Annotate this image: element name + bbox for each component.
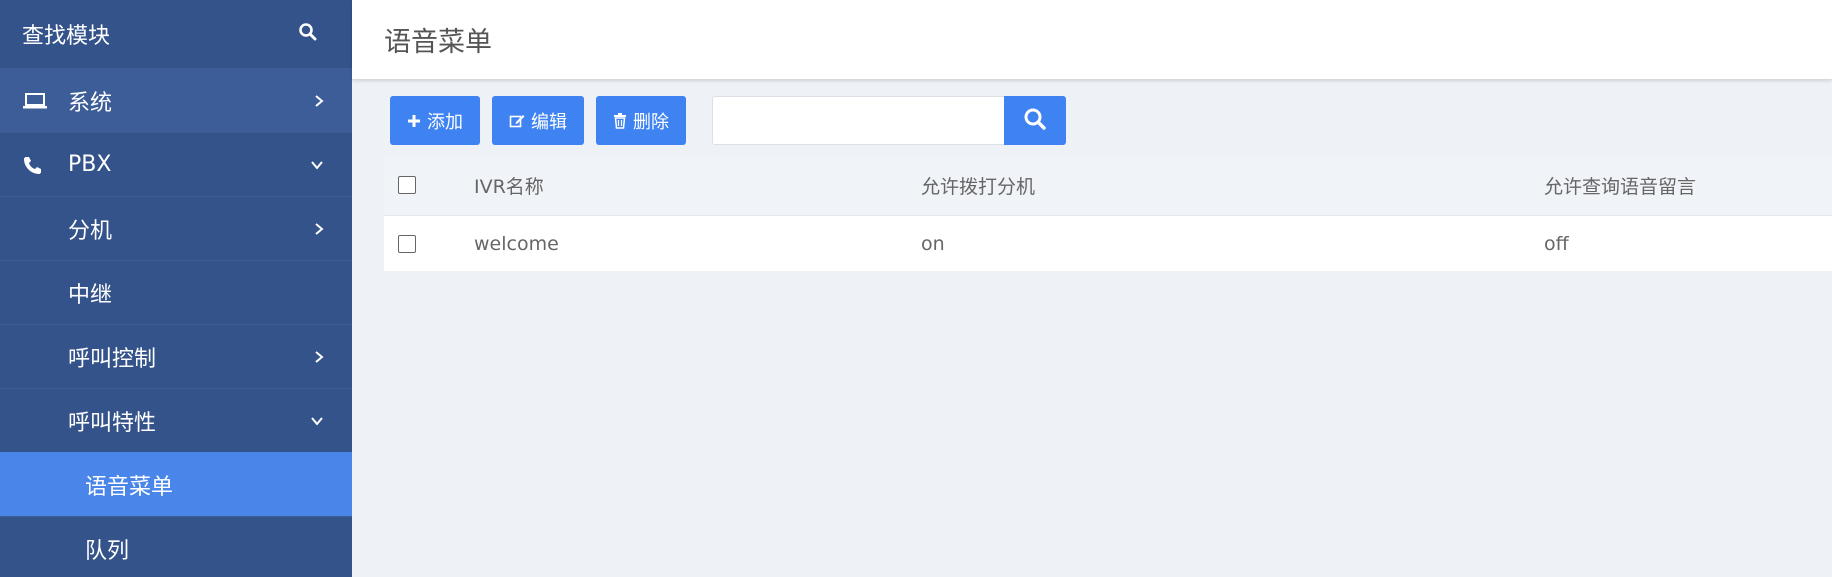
search-icon xyxy=(1023,107,1047,134)
sidebar-item-extension[interactable]: 分机 xyxy=(0,196,352,260)
toolbar: 添加 编辑 删除 xyxy=(390,96,1066,145)
sidebar-item-label: 语音菜单 xyxy=(85,474,174,500)
sidebar-item-label: 系统 xyxy=(68,90,113,116)
chevron-right-icon xyxy=(314,350,324,364)
plus-icon xyxy=(407,114,421,128)
chevron-down-icon xyxy=(310,416,324,426)
laptop-icon xyxy=(0,91,68,111)
table-cell: off xyxy=(1544,232,1569,255)
sidebar: 查找模块 系统 PBX 分机 中继 呼叫控制 呼叫特性 语音菜单 队列 xyxy=(0,0,352,577)
add-button[interactable]: 添加 xyxy=(390,96,480,145)
sidebar-item-queue[interactable]: 队列 xyxy=(0,516,352,577)
phone-icon xyxy=(0,155,68,175)
ivr-table: IVR名称 允许拨打分机 允许查询语音留言 welcome on off xyxy=(384,155,1832,271)
page-header: 语音菜单 xyxy=(352,0,1832,79)
table-row[interactable]: welcome on off xyxy=(384,215,1832,271)
sidebar-item-ivr[interactable]: 语音菜单 xyxy=(0,452,352,516)
search-icon[interactable] xyxy=(298,22,318,46)
table-cell: welcome xyxy=(474,232,559,255)
search-group xyxy=(712,96,1066,145)
row-select-cell xyxy=(384,234,474,253)
select-all-checkbox[interactable] xyxy=(398,176,416,194)
sidebar-item-pbx[interactable]: PBX xyxy=(0,132,352,196)
edit-icon xyxy=(509,113,525,129)
edit-button-label: 编辑 xyxy=(531,111,567,133)
sidebar-item-label: 中继 xyxy=(68,282,113,308)
chevron-down-icon xyxy=(310,160,324,170)
sidebar-item-label: 分机 xyxy=(68,218,113,244)
table-cell: on xyxy=(921,232,945,255)
page-title: 语音菜单 xyxy=(384,27,492,58)
delete-button[interactable]: 删除 xyxy=(596,96,686,145)
table-header-row: IVR名称 允许拨打分机 允许查询语音留言 xyxy=(384,155,1832,215)
sidebar-item-call-control[interactable]: 呼叫控制 xyxy=(0,324,352,388)
main-content: 语音菜单 添加 编辑 删除 IVR名称 允许拨打分机 允许查询语音留言 welc… xyxy=(352,0,1832,577)
select-all-cell xyxy=(384,176,474,194)
sidebar-item-trunk[interactable]: 中继 xyxy=(0,260,352,324)
add-button-label: 添加 xyxy=(427,111,463,133)
search-input[interactable] xyxy=(712,96,1004,145)
search-button[interactable] xyxy=(1004,96,1066,145)
chevron-right-icon xyxy=(314,94,324,108)
sidebar-item-system[interactable]: 系统 xyxy=(0,68,352,132)
sidebar-item-label: 队列 xyxy=(85,538,130,564)
sidebar-item-label: 呼叫控制 xyxy=(68,346,157,372)
sidebar-search-title: 查找模块 xyxy=(22,24,111,49)
trash-icon xyxy=(613,112,627,129)
column-header[interactable]: 允许查询语音留言 xyxy=(1544,172,1832,199)
row-checkbox[interactable] xyxy=(398,234,416,253)
sidebar-item-call-features[interactable]: 呼叫特性 xyxy=(0,388,352,452)
delete-button-label: 删除 xyxy=(633,111,669,133)
edit-button[interactable]: 编辑 xyxy=(492,96,584,145)
column-header[interactable]: IVR名称 xyxy=(474,172,921,199)
chevron-right-icon xyxy=(314,222,324,236)
column-header[interactable]: 允许拨打分机 xyxy=(921,172,1544,199)
sidebar-item-label: 呼叫特性 xyxy=(68,410,157,436)
sidebar-search-bar[interactable]: 查找模块 xyxy=(0,0,352,68)
